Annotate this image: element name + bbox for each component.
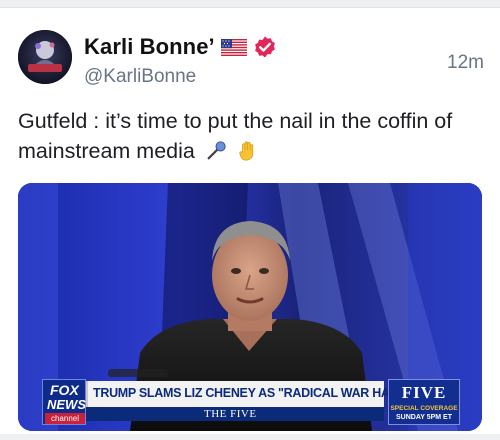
show-promo-line1: SPECIAL COVERAGE xyxy=(390,405,458,412)
author-name[interactable]: Karli Bonne’ xyxy=(84,34,215,60)
post-header: Karli Bonne’ @KarliBonne 12m xyxy=(18,30,484,88)
show-logo-panel: FIVE SPECIAL COVERAGE SUNDAY 5PM ET xyxy=(388,379,460,425)
chyron: TRUMP SLAMS LIZ CHENEY AS "RADICAL WAR H… xyxy=(42,379,460,425)
network-logo-line3: channel xyxy=(45,413,85,424)
chyron-subtitle-bar: THE FIVE xyxy=(86,407,384,421)
raised-hand-icon xyxy=(239,141,253,161)
chyron-subtitle: THE FIVE xyxy=(204,408,257,420)
top-divider xyxy=(0,0,500,8)
network-logo: FOX NEWS channel xyxy=(42,379,86,425)
chyron-headline: TRUMP SLAMS LIZ CHENEY AS "RADICAL WAR H… xyxy=(93,386,415,400)
us-flag-icon xyxy=(220,38,247,56)
show-logo: FIVE xyxy=(401,383,447,402)
avatar[interactable] xyxy=(18,30,72,84)
post-text: Gutfeld : it’s time to put the nail in t… xyxy=(18,106,484,166)
post-timestamp[interactable]: 12m xyxy=(447,52,484,74)
post-media-video[interactable]: TRUMP SLAMS LIZ CHENEY AS "RADICAL WAR H… xyxy=(18,183,482,431)
microphone-icon xyxy=(207,141,226,160)
author-name-row: Karli Bonne’ xyxy=(84,34,277,60)
network-logo-line1: FOX xyxy=(50,382,79,398)
bottom-divider xyxy=(0,434,500,440)
author-handle[interactable]: @KarliBonne xyxy=(84,66,196,88)
network-logo-line2: NEWS xyxy=(47,397,86,412)
post-text-body: Gutfeld : it’s time to put the nail in t… xyxy=(18,109,453,163)
verified-badge-icon xyxy=(254,36,275,58)
avatar-image xyxy=(18,30,72,84)
show-promo-line2: SUNDAY 5PM ET xyxy=(395,414,453,421)
chyron-headline-bar: TRUMP SLAMS LIZ CHENEY AS "RADICAL WAR H… xyxy=(86,381,415,407)
